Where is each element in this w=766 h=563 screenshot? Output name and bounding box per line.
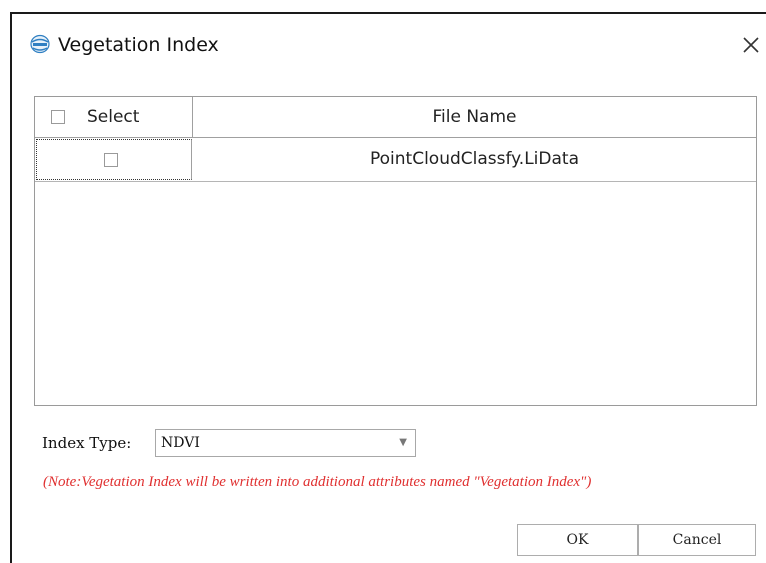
table-row[interactable]: PointCloudClassfy.LiData <box>35 138 756 182</box>
row-select-cell[interactable] <box>36 139 192 180</box>
dialog-window: Vegetation Index Select File Name PointC… <box>10 12 766 563</box>
file-name-cell: PointCloudClassfy.LiData <box>369 149 579 169</box>
table-header: Select File Name <box>35 97 756 138</box>
select-column-header[interactable]: Select <box>35 97 193 137</box>
note-text: (Note:Vegetation Index will be written i… <box>43 474 592 490</box>
chevron-down-icon[interactable]: ▼ <box>399 433 407 453</box>
row-checkbox[interactable] <box>104 153 118 167</box>
cancel-button[interactable]: Cancel <box>638 524 756 556</box>
file-table: Select File Name PointCloudClassfy.LiDat… <box>34 96 757 406</box>
ok-button[interactable]: OK <box>517 524 638 556</box>
title-bar: Vegetation Index <box>12 14 766 78</box>
index-type-dropdown[interactable]: NDVI ▼ <box>155 429 416 457</box>
dialog-title: Vegetation Index <box>58 34 219 56</box>
select-column-label: Select <box>87 107 140 127</box>
file-name-column-header[interactable]: File Name <box>193 97 756 137</box>
app-logo-icon <box>30 34 50 54</box>
select-all-checkbox[interactable] <box>51 110 65 124</box>
index-type-label: Index Type: <box>42 434 132 452</box>
index-type-value: NDVI <box>161 435 200 451</box>
close-icon[interactable] <box>738 32 764 58</box>
